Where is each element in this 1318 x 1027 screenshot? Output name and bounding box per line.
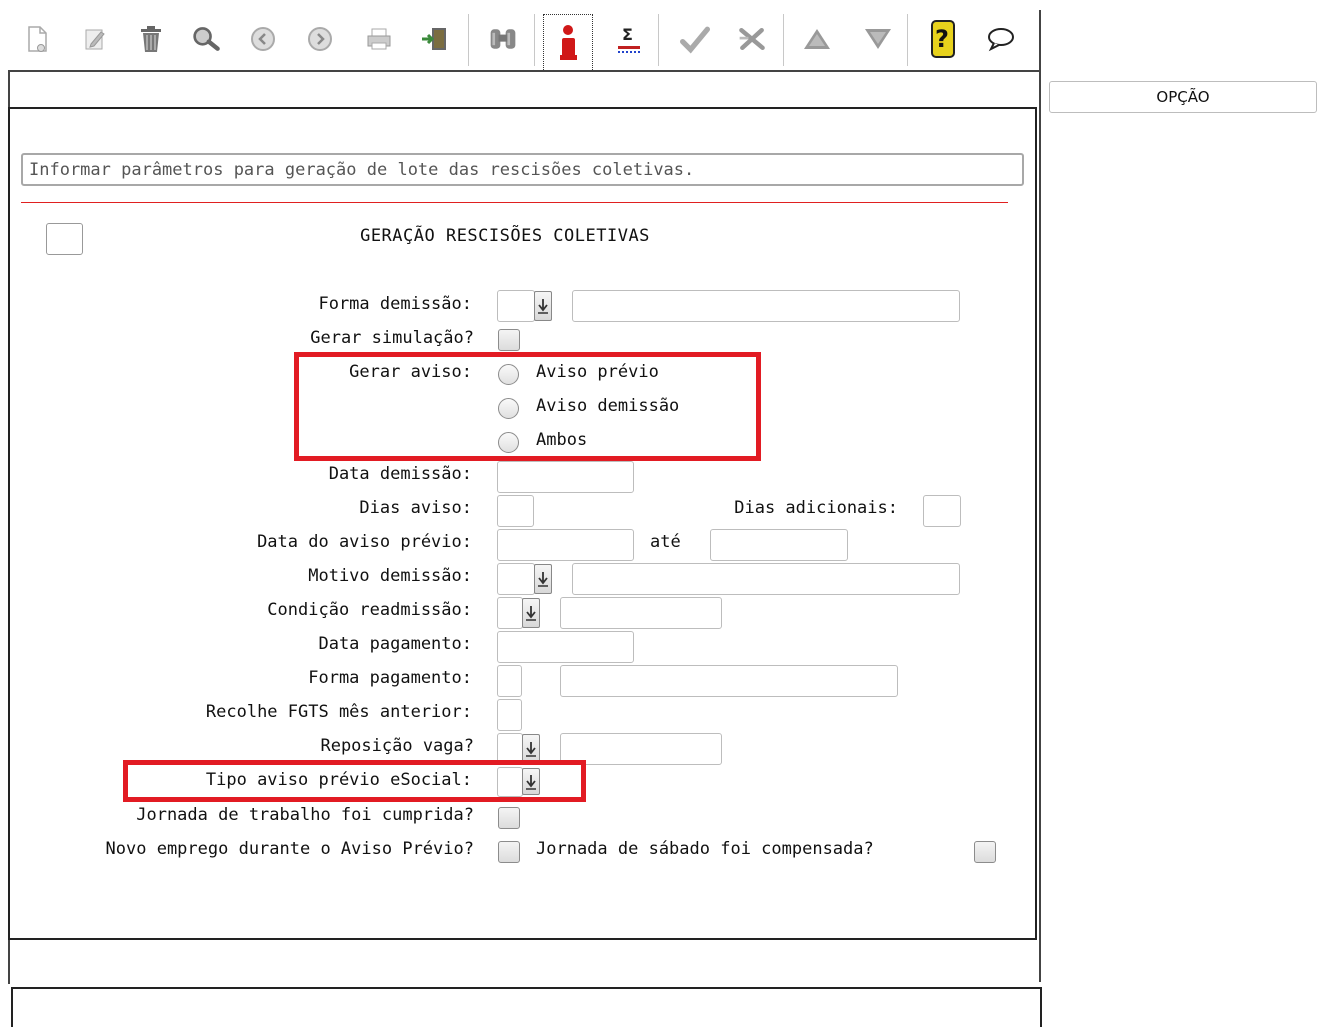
next-icon[interactable]: [305, 24, 335, 54]
tipo-aviso-esocial-dropdown[interactable]: [522, 768, 540, 795]
motivo-demissao-input[interactable]: [497, 563, 535, 595]
gerar-simulacao-label: Gerar simulação?: [310, 328, 474, 348]
data-demissao-input[interactable]: [497, 461, 634, 493]
forma-demissao-description: [572, 290, 960, 322]
forma-demissao-input[interactable]: [497, 290, 535, 322]
radio-aviso-demissao[interactable]: [498, 398, 519, 419]
recolhe-fgts-label: Recolhe FGTS mês anterior:: [205, 702, 472, 722]
info-message: Informar parâmetros para geração de lote…: [21, 153, 1024, 186]
motivo-demissao-dropdown[interactable]: [534, 564, 552, 594]
dias-aviso-input[interactable]: [497, 495, 534, 527]
jornada-cumprida-checkbox[interactable]: [498, 807, 520, 829]
recolhe-fgts-input[interactable]: [497, 699, 522, 731]
comment-icon[interactable]: [986, 24, 1016, 54]
arrow-down-icon: [526, 606, 536, 621]
tipo-aviso-esocial-label: Tipo aviso prévio eSocial:: [205, 770, 472, 790]
condicao-readmissao-input[interactable]: [497, 597, 523, 629]
svg-text:?: ?: [935, 25, 949, 53]
radio-aviso-demissao-label: Aviso demissão: [536, 396, 680, 416]
dias-aviso-label: Dias aviso:: [359, 498, 472, 518]
previous-icon[interactable]: [248, 24, 278, 54]
condicao-readmissao-dropdown[interactable]: [522, 598, 540, 628]
novo-emprego-label: Novo emprego durante o Aviso Prévio?: [105, 839, 474, 859]
condicao-readmissao-label: Condição readmissão:: [267, 600, 472, 620]
motivo-demissao-label: Motivo demissão:: [308, 566, 472, 586]
forma-demissao-label: Forma demissão:: [318, 294, 472, 314]
form-title: GERAÇÃO RESCISÕES COLETIVAS: [360, 226, 650, 246]
tipo-aviso-esocial-input[interactable]: [497, 767, 523, 797]
bottom-panel: [11, 987, 1042, 1027]
data-pagamento-label: Data pagamento:: [318, 634, 472, 654]
jornada-sabado-checkbox[interactable]: [974, 841, 996, 863]
jornada-sabado-label: Jornada de sábado foi compensada?: [536, 839, 874, 859]
forma-demissao-dropdown[interactable]: [534, 291, 552, 321]
ate-label: até: [650, 532, 681, 552]
dias-adicionais-input[interactable]: [923, 495, 961, 527]
data-aviso-fim-input[interactable]: [710, 529, 848, 561]
frame-left-edge: [8, 70, 10, 110]
reposicao-vaga-label: Reposição vaga?: [320, 736, 474, 756]
window-divider: [1039, 10, 1041, 982]
toolbar: Σ ?: [8, 10, 1040, 72]
sigma-icon[interactable]: Σ: [614, 24, 644, 54]
forma-pagamento-label: Forma pagamento:: [308, 668, 472, 688]
arrow-down-icon: [526, 774, 536, 790]
arrow-down-icon: [538, 572, 548, 587]
data-pagamento-input[interactable]: [497, 631, 634, 663]
frame-left-edge-bottom: [8, 940, 10, 984]
motivo-demissao-description: [572, 563, 960, 595]
svg-text:Σ: Σ: [622, 25, 633, 44]
gerar-aviso-label: Gerar aviso:: [349, 362, 472, 382]
radio-aviso-previo[interactable]: [498, 364, 519, 385]
forma-pagamento-input[interactable]: [497, 665, 522, 697]
down-icon[interactable]: [863, 24, 893, 54]
novo-emprego-checkbox[interactable]: [498, 841, 520, 863]
delete-icon[interactable]: [136, 24, 166, 54]
radio-ambos[interactable]: [498, 432, 519, 453]
jornada-cumprida-label: Jornada de trabalho foi cumprida?: [136, 805, 474, 825]
edit-icon[interactable]: [80, 24, 110, 54]
toolbar-divider: [8, 70, 1039, 72]
search-icon[interactable]: [192, 24, 222, 54]
print-icon[interactable]: [364, 24, 394, 54]
new-icon[interactable]: [22, 24, 52, 54]
exit-icon[interactable]: [420, 24, 450, 54]
help-icon[interactable]: ?: [928, 20, 958, 58]
radio-aviso-previo-label: Aviso prévio: [536, 362, 659, 382]
forma-pagamento-description: [560, 665, 898, 697]
cancel-icon[interactable]: [737, 24, 767, 54]
info-icon[interactable]: [543, 14, 593, 72]
opcao-button[interactable]: OPÇÃO: [1049, 81, 1317, 113]
arrow-down-icon: [538, 299, 548, 314]
radio-ambos-label: Ambos: [536, 430, 588, 450]
condicao-readmissao-description: [560, 597, 722, 629]
red-separator: [21, 202, 1008, 203]
data-demissao-label: Data demissão:: [328, 464, 472, 484]
data-aviso-previo-label: Data do aviso prévio:: [257, 532, 472, 552]
binoculars-icon[interactable]: [488, 24, 518, 54]
up-icon[interactable]: [802, 24, 832, 54]
confirm-icon[interactable]: [680, 24, 710, 54]
data-aviso-inicio-input[interactable]: [497, 529, 634, 561]
gerar-simulacao-checkbox[interactable]: [498, 329, 520, 351]
arrow-down-icon: [526, 742, 536, 757]
dias-adicionais-label: Dias adicionais:: [734, 498, 898, 518]
